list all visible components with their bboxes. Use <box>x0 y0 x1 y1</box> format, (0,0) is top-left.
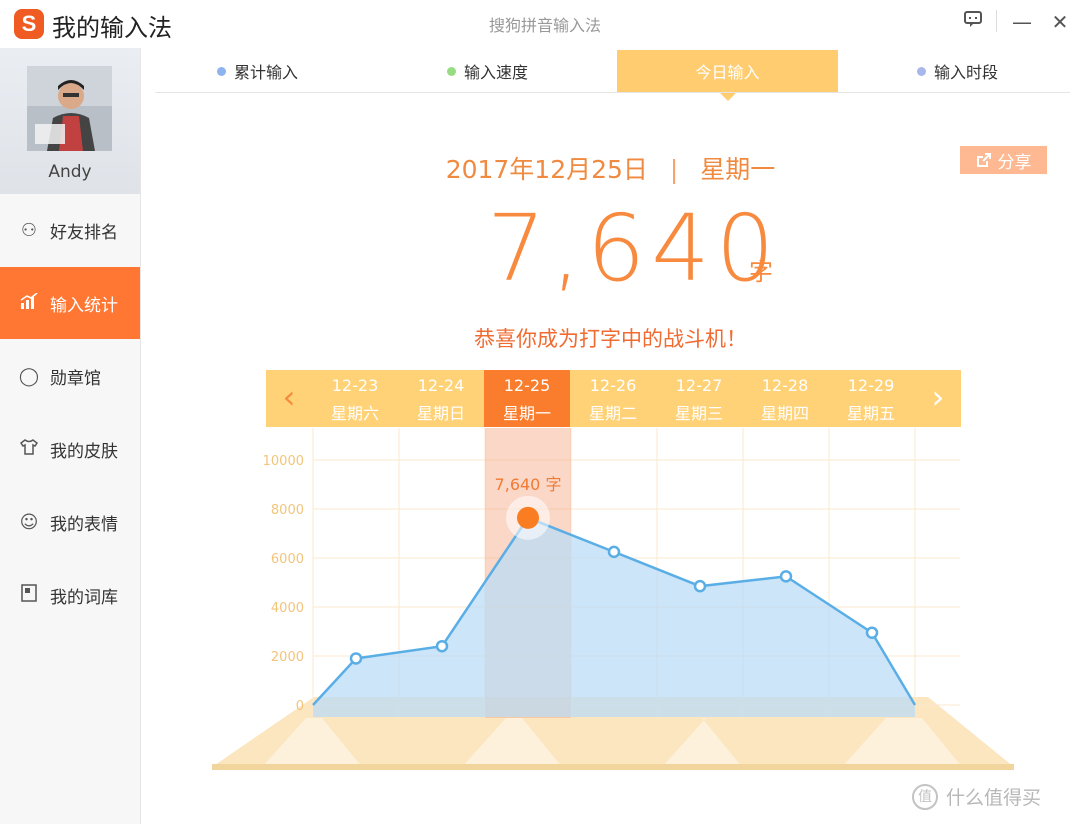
y-tick-label: 10000 <box>263 454 304 469</box>
day-date: 12-25 <box>503 376 551 395</box>
day-date: 12-24 <box>417 376 465 395</box>
data-point <box>865 626 879 639</box>
day-weekday: 星期三 <box>674 404 723 423</box>
date-strip: ‹ 12-23 星期六 12-24 星期日 12-25 星期一 12-26 星期… <box>266 370 961 427</box>
day-date: 12-26 <box>589 376 637 395</box>
day-cell[interactable]: 12-24 星期日 <box>398 370 484 427</box>
day-date: 12-23 <box>331 376 379 395</box>
data-point <box>435 639 449 653</box>
day-cell-selected[interactable]: 12-25 星期一 <box>484 370 570 427</box>
day-weekday: 星期五 <box>846 404 895 423</box>
day-cell[interactable]: 12-28 星期四 <box>742 370 828 427</box>
day-weekday: 星期一 <box>502 404 551 423</box>
day-cell[interactable]: 12-23 星期六 <box>312 370 398 427</box>
watermark: 值 什么值得买 <box>912 783 1041 810</box>
prev-arrow-button[interactable]: ‹ <box>266 370 312 427</box>
watermark-logo-icon: 值 <box>912 783 938 810</box>
day-date: 12-27 <box>675 376 723 395</box>
day-weekday: 星期日 <box>416 404 465 423</box>
day-date: 12-28 <box>761 376 809 395</box>
y-tick-label: 0 <box>296 699 304 714</box>
y-tick-label: 2000 <box>271 650 304 665</box>
day-weekday: 星期四 <box>760 404 809 423</box>
next-arrow-button[interactable]: › <box>915 370 961 427</box>
data-point <box>779 570 793 583</box>
day-date: 12-29 <box>847 376 895 395</box>
highlight-point <box>517 506 539 529</box>
day-weekday: 星期二 <box>588 404 637 423</box>
highlight-data-label: 7,640 字 <box>495 475 562 494</box>
y-tick-label: 4000 <box>271 601 304 616</box>
data-point <box>693 579 707 593</box>
watermark-text: 什么值得买 <box>946 787 1042 809</box>
data-point <box>349 652 363 665</box>
chart-floor-edge <box>212 764 1014 770</box>
y-tick-label: 8000 <box>271 503 304 518</box>
day-cell[interactable]: 12-27 星期三 <box>656 370 742 427</box>
y-tick-label: 6000 <box>271 552 304 567</box>
day-cell[interactable]: 12-29 星期五 <box>828 370 914 427</box>
day-cell[interactable]: 12-26 星期二 <box>570 370 656 427</box>
day-weekday: 星期六 <box>330 404 379 423</box>
data-point <box>607 545 621 559</box>
